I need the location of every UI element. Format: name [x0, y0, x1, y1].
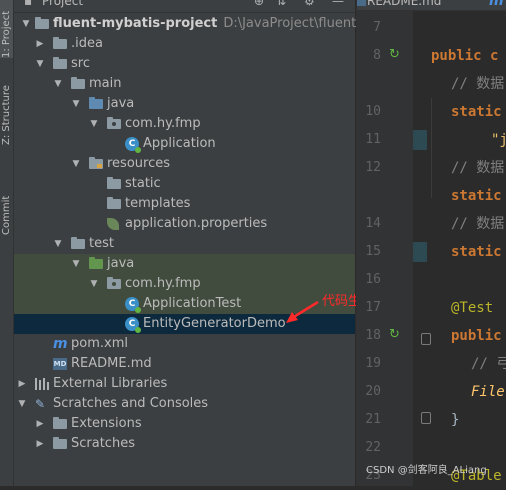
line-number: 18 — [365, 328, 381, 343]
markdown-icon — [357, 0, 366, 6]
line-number: 20 — [365, 384, 381, 399]
line-number: 7 — [373, 20, 381, 35]
line-number: 10 — [365, 104, 381, 119]
line-number: 21 — [365, 412, 381, 427]
line-number: 19 — [365, 356, 381, 371]
line-number: 22 — [365, 440, 381, 455]
line-number: 11 — [365, 132, 381, 147]
code-line: // 弓 — [471, 356, 506, 372]
line-number: 16 — [365, 272, 381, 287]
tab-readme[interactable]: README.md — [367, 0, 441, 8]
line-number: 17 — [365, 300, 381, 315]
code-line: public c — [431, 48, 499, 64]
line-number: 12 — [365, 160, 381, 175]
code-line: public — [451, 328, 502, 344]
code-line: // 数据 — [451, 160, 505, 176]
change-marker — [413, 242, 427, 262]
code-line: // 数据 — [451, 76, 505, 92]
tab-pom[interactable]: m — [489, 0, 504, 9]
line-number: 15 — [365, 244, 381, 259]
run-method-icon[interactable]: ↻ — [389, 328, 403, 342]
indent-guide — [431, 98, 432, 198]
code-line: "j — [491, 132, 506, 148]
code-line: // 数据 — [451, 216, 505, 232]
editor-tab-bar: README.md m — [357, 0, 506, 11]
code-line: static — [451, 104, 502, 120]
line-number: 8 — [373, 48, 381, 63]
fold-icon[interactable] — [421, 412, 431, 424]
line-number: 14 — [365, 216, 381, 231]
code-line: static — [451, 188, 502, 204]
fold-icon[interactable] — [421, 333, 431, 345]
code-line: File — [471, 384, 505, 400]
code-line: @Test — [451, 300, 494, 316]
code-line: } — [451, 412, 460, 428]
watermark: CSDN @剑客阿良_ALiang — [366, 465, 487, 476]
change-marker — [413, 130, 427, 150]
code-editor[interactable]: README.md m 7 8 10 11 12 14 15 16 17 18 … — [356, 0, 506, 486]
code-line: static — [451, 244, 502, 260]
run-class-icon[interactable]: ↻ — [389, 48, 403, 62]
